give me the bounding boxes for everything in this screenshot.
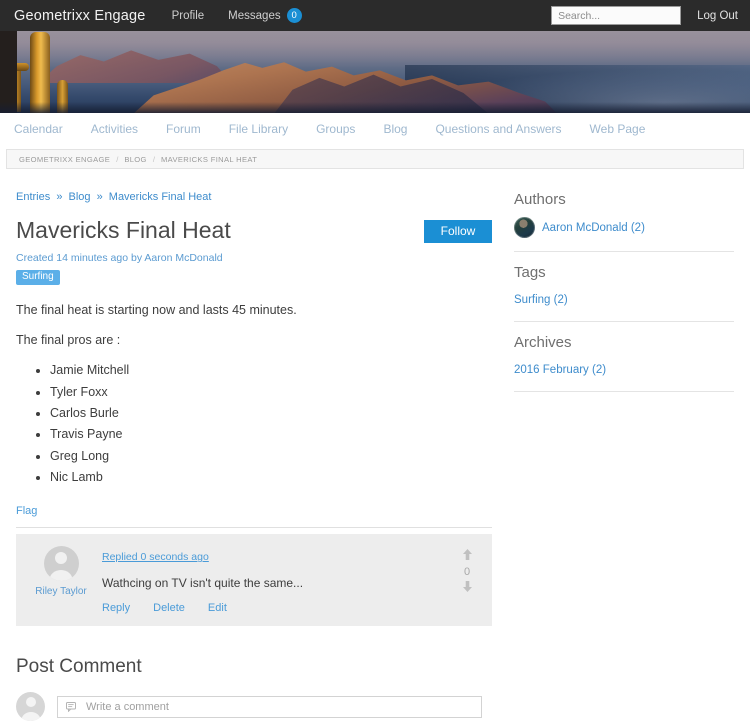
main-nav-item-groups[interactable]: Groups [302, 122, 369, 136]
entry-paragraph-2: The final pros are : [16, 333, 121, 348]
entry-pro-list: Jamie Mitchell Tyler Foxx Carlos Burle T… [16, 362, 492, 486]
sidebar-author-item[interactable]: Aaron McDonald (2) [514, 217, 734, 238]
top-nav-messages-label: Messages [228, 9, 281, 22]
flag-link[interactable]: Flag [16, 504, 37, 519]
sidebar-divider [514, 391, 734, 392]
entry-breadcrumb-current[interactable]: Mavericks Final Heat [109, 191, 212, 203]
breadcrumb-item-blog[interactable]: BLOG [124, 155, 147, 164]
breadcrumb-separator: / [152, 154, 155, 164]
top-nav-item-messages[interactable]: Messages 0 [228, 8, 302, 23]
follow-button[interactable]: Follow [424, 220, 492, 243]
comment-content: Replied 0 seconds ago Wathcing on TV isn… [92, 546, 454, 614]
messages-count-badge: 0 [286, 8, 302, 23]
vote-up-icon[interactable] [454, 548, 480, 564]
entry-header: Mavericks Final Heat Follow [16, 217, 492, 243]
logout-link[interactable]: Log Out [697, 10, 738, 22]
entry-breadcrumb-separator: » [56, 191, 63, 203]
main-nav-item-blog[interactable]: Blog [369, 122, 421, 136]
comment-actions: Reply Delete Edit [102, 602, 454, 614]
divider [16, 527, 492, 529]
list-item: Nic Lamb [50, 469, 492, 486]
sidebar-archive-link[interactable]: 2016 February (2) [514, 364, 606, 376]
main-nav-item-forum[interactable]: Forum [152, 122, 215, 136]
sidebar-authors-title: Authors [514, 191, 566, 208]
hero-bottom-gradient [0, 101, 750, 113]
vote-down-icon[interactable] [454, 580, 480, 596]
list-item: Travis Payne [50, 426, 492, 443]
sidebar-section-authors: Authors Aaron McDonald (2) [514, 191, 734, 238]
vote-widget: 0 [454, 546, 480, 614]
sidebar-tags-title: Tags [514, 264, 546, 281]
page-title: Mavericks Final Heat [16, 217, 231, 243]
vote-count: 0 [463, 566, 471, 579]
sidebar-divider [514, 321, 734, 322]
comment-bubble-icon [66, 701, 77, 712]
main-nav-item-file-library[interactable]: File Library [215, 122, 302, 136]
comment-text: Wathcing on TV isn't quite the same... [102, 576, 304, 591]
page-body: Entries » Blog » Mavericks Final Heat Ma… [0, 169, 750, 721]
breadcrumb-item-site[interactable]: GEOMETRIXX ENGAGE [19, 155, 110, 164]
post-comment-title: Post Comment [16, 656, 142, 678]
top-nav: Profile Messages 0 [172, 8, 302, 23]
entry-breadcrumb-separator: » [96, 191, 103, 203]
search-input[interactable] [551, 6, 682, 25]
top-bar: Geometrixx Engage Profile Messages 0 Log… [0, 0, 750, 31]
sidebar-divider [514, 251, 734, 252]
entry-paragraph-1: The final heat is starting now and lasts… [16, 303, 297, 318]
comment-input[interactable] [84, 699, 473, 714]
sidebar-tag-link[interactable]: Surfing (2) [514, 294, 568, 306]
avatar [43, 546, 79, 582]
main-nav: Calendar Activities Forum File Library G… [0, 113, 750, 145]
sidebar-archives-title: Archives [514, 334, 572, 351]
main-nav-item-calendar[interactable]: Calendar [8, 122, 77, 136]
post-comment-section: Post Comment [16, 656, 492, 721]
site-brand: Geometrixx Engage [14, 7, 146, 24]
comment-author: Riley Taylor [30, 546, 92, 614]
main-nav-item-web-page[interactable]: Web Page [576, 122, 660, 136]
sidebar-author-link[interactable]: Aaron McDonald (2) [542, 222, 645, 234]
main-nav-item-questions-and-answers[interactable]: Questions and Answers [421, 122, 575, 136]
comment-timestamp[interactable]: Replied 0 seconds ago [102, 551, 209, 563]
entry-body: The final heat is starting now and lasts… [16, 302, 492, 519]
entry-tag-badge[interactable]: Surfing [16, 270, 60, 286]
main-nav-item-activities[interactable]: Activities [77, 122, 152, 136]
entry-breadcrumb-blog[interactable]: Blog [69, 191, 91, 203]
comment-reply-link[interactable]: Reply [102, 602, 130, 614]
sidebar-section-tags: Tags Surfing (2) [514, 264, 734, 308]
main-column: Entries » Blog » Mavericks Final Heat Ma… [8, 169, 492, 721]
comment-input-wrapper[interactable] [57, 695, 482, 718]
comment-author-name[interactable]: Riley Taylor [30, 586, 92, 597]
list-item: Carlos Burle [50, 405, 492, 422]
sidebar: Authors Aaron McDonald (2) Tags Surfing … [492, 169, 742, 721]
current-user-avatar [16, 692, 45, 721]
top-nav-profile-label: Profile [171, 9, 205, 22]
breadcrumb: GEOMETRIXX ENGAGE / BLOG / MAVERICKS FIN… [6, 149, 744, 169]
list-item: Tyler Foxx [50, 384, 492, 401]
list-item: Jamie Mitchell [50, 362, 492, 379]
list-item: Greg Long [50, 448, 492, 465]
comment-item: Riley Taylor Replied 0 seconds ago Wathc… [16, 534, 492, 627]
top-nav-item-profile[interactable]: Profile [172, 10, 205, 22]
sidebar-section-archives: Archives 2016 February (2) [514, 334, 734, 378]
comment-delete-link[interactable]: Delete [153, 602, 185, 614]
entry-meta: Created 14 minutes ago by Aaron McDonald [16, 252, 223, 265]
entry-breadcrumb-entries[interactable]: Entries [16, 191, 50, 203]
breadcrumb-separator: / [116, 154, 119, 164]
hero-banner-image [0, 31, 750, 113]
author-avatar [514, 217, 535, 238]
breadcrumb-item-current: MAVERICKS FINAL HEAT [160, 154, 258, 164]
post-comment-row [16, 692, 492, 721]
comment-edit-link[interactable]: Edit [208, 602, 227, 614]
top-bar-right: Log Out [551, 6, 738, 25]
entry-breadcrumb: Entries » Blog » Mavericks Final Heat [16, 191, 492, 203]
